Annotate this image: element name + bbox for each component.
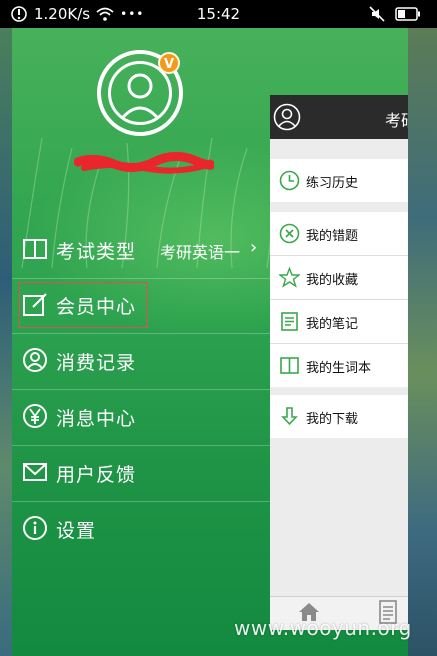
panel-header: 考研 bbox=[270, 95, 408, 139]
open-book-icon bbox=[280, 357, 299, 374]
row-label: 我的错题 bbox=[306, 229, 359, 244]
main-content-panel: 考研 练习历史 我的错题 我的收藏 我的笔记 我的生词本 我的下载 bbox=[270, 95, 408, 630]
menu-label: 设置 bbox=[56, 520, 97, 542]
row-practice-history[interactable]: 练习历史 bbox=[270, 159, 408, 202]
mail-icon bbox=[23, 463, 47, 481]
row-favorites[interactable]: 我的收藏 bbox=[270, 256, 408, 299]
vip-badge: V bbox=[158, 52, 180, 74]
menu-message-center[interactable]: 消息中心 bbox=[12, 390, 270, 445]
clock-icon bbox=[279, 170, 300, 191]
chevron-right-icon: › bbox=[250, 237, 258, 258]
info-icon bbox=[23, 516, 47, 540]
redacted-username-scribble bbox=[74, 152, 214, 174]
row-downloads[interactable]: 我的下载 bbox=[270, 395, 408, 438]
status-right bbox=[369, 6, 421, 22]
menu-exam-type[interactable]: 考试类型 考研英语一 › bbox=[12, 223, 270, 278]
row-label: 我的下载 bbox=[306, 412, 359, 427]
menu-label: 用户反馈 bbox=[56, 464, 137, 486]
row-label: 我的生词本 bbox=[306, 361, 372, 376]
person-icon bbox=[117, 73, 163, 122]
row-vocabulary-book[interactable]: 我的生词本 bbox=[270, 344, 408, 387]
panel-title: 考研 bbox=[385, 111, 408, 130]
menu-label: 考试类型 bbox=[56, 241, 137, 263]
mute-icon bbox=[369, 6, 385, 22]
background-right-strip bbox=[408, 28, 437, 656]
menu-label: 消息中心 bbox=[56, 408, 137, 430]
menu-purchase-record[interactable]: 消费记录 bbox=[12, 334, 270, 389]
row-label: 练习历史 bbox=[306, 176, 359, 191]
row-label: 我的收藏 bbox=[306, 273, 359, 288]
row-notes[interactable]: 我的笔记 bbox=[270, 300, 408, 343]
menu-user-feedback[interactable]: 用户反馈 bbox=[12, 446, 270, 501]
status-bar: 1.20K/s ••• 15:42 bbox=[0, 0, 437, 28]
star-icon bbox=[279, 267, 300, 288]
download-icon bbox=[281, 407, 298, 426]
x-circle-icon bbox=[279, 223, 300, 244]
note-icon bbox=[281, 312, 298, 331]
yen-icon bbox=[23, 404, 47, 428]
background-left-strip bbox=[0, 28, 12, 656]
battery-icon bbox=[395, 7, 420, 21]
watermark: www.wooyun.org bbox=[234, 616, 412, 640]
row-label: 我的笔记 bbox=[306, 317, 359, 332]
user-record-icon bbox=[23, 348, 47, 372]
exam-type-value: 考研英语一 bbox=[160, 243, 241, 262]
menu-label: 消费记录 bbox=[56, 352, 137, 374]
menu-settings[interactable]: 设置 bbox=[12, 502, 270, 557]
phone-screen: 1.20K/s ••• 15:42 V 考试类型 考研英语一 › 会员中心 消费… bbox=[0, 0, 437, 656]
member-center-highlight-box bbox=[19, 282, 148, 328]
book-icon bbox=[23, 239, 47, 259]
row-wrong-questions[interactable]: 我的错题 bbox=[270, 212, 408, 255]
user-icon[interactable] bbox=[273, 103, 301, 131]
